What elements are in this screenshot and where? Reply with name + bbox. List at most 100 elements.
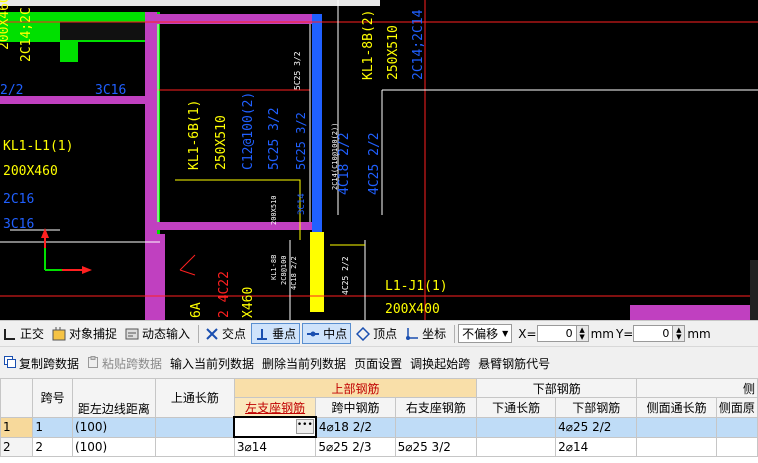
chevron-down-icon: ▼: [502, 329, 509, 338]
intersection-icon: [205, 327, 219, 341]
page-setup-label: 页面设置: [354, 356, 403, 371]
rebar-grid: 跨号 距左边线距离 上通长筋 上部钢筋 下部钢筋 侧 左支座钢筋 跨中钢筋 右支…: [0, 378, 758, 457]
snap-separator: [198, 324, 200, 343]
coordinate-label: 坐标: [422, 327, 447, 341]
cell-right-support[interactable]: [394, 416, 478, 438]
header-bottom-through[interactable]: 下通长筋: [476, 397, 557, 418]
x-input[interactable]: 0 ▲ ▼: [536, 325, 589, 342]
cell-left-support-editor[interactable]: •••: [233, 416, 317, 438]
midpoint-label: 中点: [323, 327, 348, 341]
cantilever-code-button[interactable]: 悬臂钢筋代号: [474, 355, 554, 372]
delete-column-button[interactable]: 删除当前列数据: [258, 355, 350, 372]
input-column-label: 输入当前列数据: [170, 356, 255, 371]
header-group-bottom-rebar[interactable]: 下部钢筋: [476, 378, 638, 398]
header-group-top-rebar[interactable]: 上部钢筋: [233, 378, 478, 398]
ellipsis-button[interactable]: •••: [295, 419, 314, 434]
table-row[interactable]: 2 2 (100) 3⌀14 5⌀25 2/3 5⌀25 3/2 2⌀14: [0, 436, 758, 457]
ortho-icon: [3, 327, 17, 341]
label-small-g: 4C25 2/2: [341, 256, 350, 295]
x-unit: mm: [590, 326, 614, 341]
y-value[interactable]: 0: [633, 325, 674, 342]
paste-span-button[interactable]: 粘贴跨数据: [83, 355, 166, 372]
label-beam-top-size: 200X460: [0, 0, 12, 50]
label-small-c: 3C14: [297, 193, 307, 215]
table-row[interactable]: 1 1 (100) ••• 4⌀18 2/2 4⌀25 2/2: [0, 416, 758, 438]
x-spinner[interactable]: ▲ ▼: [576, 325, 589, 342]
cantilever-code-label: 悬臂钢筋代号: [478, 356, 551, 371]
header-group-side[interactable]: 侧: [636, 378, 758, 398]
label-bottom-460: X460: [241, 287, 256, 318]
paste-span-label: 粘贴跨数据: [102, 356, 163, 371]
label-kl1-6b-size: 250X510: [214, 115, 229, 170]
cell-edge[interactable]: (100): [71, 436, 156, 457]
cell-top-through[interactable]: [154, 436, 235, 457]
cell-side-through[interactable]: [636, 436, 717, 457]
y-input[interactable]: 0 ▲ ▼: [633, 325, 686, 342]
header-left-support[interactable]: 左支座钢筋: [233, 397, 317, 418]
input-column-button[interactable]: 输入当前列数据: [166, 355, 258, 372]
coordinate-icon: [405, 327, 419, 341]
cad-drawing-canvas[interactable]: 200X460 2C14;2C 2/2 3C16 KL1-L1(1) 200X4…: [0, 0, 758, 320]
cell-left-support[interactable]: 3⌀14: [233, 436, 317, 457]
cell-bottom-through[interactable]: [476, 436, 557, 457]
midpoint-toggle[interactable]: 中点: [302, 323, 352, 344]
label-small-b: 200X510: [270, 195, 278, 225]
row-index[interactable]: 1: [0, 416, 34, 438]
label-kl1-6b-stirrup: C12@100(2): [241, 92, 256, 170]
label-kl1-8b-bar: 2C14;2C14: [411, 9, 426, 80]
label-bottom-4c22: 2 4C22: [217, 271, 232, 318]
vertex-toggle[interactable]: 顶点: [353, 323, 400, 344]
copy-span-button[interactable]: 复制跨数据: [0, 355, 83, 372]
cell-right-support[interactable]: 5⌀25 3/2: [394, 436, 478, 457]
copy-span-label: 复制跨数据: [19, 356, 80, 371]
offset-select[interactable]: 不偏移 ▼: [458, 324, 513, 343]
perpendicular-toggle[interactable]: 垂点: [251, 323, 301, 344]
cell-mid-span[interactable]: 5⌀25 2/3: [315, 436, 396, 457]
label-rebar-4c18: 4C18 2/2: [337, 132, 352, 195]
cell-bottom-through[interactable]: [476, 416, 557, 438]
header-side-through[interactable]: 侧面通长筋: [636, 397, 717, 418]
page-setup-button[interactable]: 页面设置: [350, 355, 406, 372]
cell-top-through[interactable]: [154, 416, 235, 438]
corner-header: [0, 378, 34, 418]
header-edge-dist-label: 距左边线距离: [77, 401, 150, 416]
y-label: Y=: [615, 326, 634, 341]
cell-span[interactable]: 2: [32, 436, 73, 457]
cell-side-face[interactable]: [715, 436, 758, 457]
coordinate-toggle[interactable]: 坐标: [402, 323, 449, 344]
header-right-support[interactable]: 右支座钢筋: [394, 397, 478, 418]
y-spinner[interactable]: ▲ ▼: [673, 325, 686, 342]
delete-column-label: 删除当前列数据: [262, 356, 347, 371]
label-kl1-l1-size: 200X460: [3, 164, 58, 179]
dynamic-input-icon: [125, 327, 139, 341]
header-mid-span[interactable]: 跨中钢筋: [315, 397, 396, 418]
cell-bottom-rebar[interactable]: 4⌀25 2/2: [555, 416, 638, 438]
header-edge-dist[interactable]: 距左边线距离: [71, 378, 156, 418]
header-bottom-rebar[interactable]: 下部钢筋: [555, 397, 638, 418]
dynamic-input-toggle[interactable]: 动态输入: [122, 323, 193, 344]
vertex-label: 顶点: [373, 327, 398, 341]
header-top-through[interactable]: 上通长筋: [154, 378, 235, 418]
cell-side-through[interactable]: [636, 416, 717, 438]
label-kl1-6b-top: 5C25 3/2: [267, 107, 282, 170]
cell-span[interactable]: 1: [32, 416, 73, 438]
cell-mid-span[interactable]: 4⌀18 2/2: [315, 416, 396, 438]
x-value[interactable]: 0: [536, 325, 577, 342]
label-bottom-6a: 6A: [189, 302, 204, 318]
row-index[interactable]: 2: [0, 436, 34, 457]
swap-start-button[interactable]: 调换起始跨: [406, 355, 474, 372]
label-kl1-l1-bar2: 3C16: [3, 217, 34, 232]
object-snap-toggle[interactable]: 对象捕捉: [49, 323, 120, 344]
label-l1-j1-size: 200X400: [385, 302, 440, 317]
ortho-toggle[interactable]: 正交: [0, 323, 47, 344]
cell-side-face[interactable]: [715, 416, 758, 438]
cad-drawing[interactable]: 200X460 2C14;2C 2/2 3C16 KL1-L1(1) 200X4…: [0, 0, 758, 320]
header-side-face[interactable]: 侧面原: [715, 397, 758, 418]
header-span-no[interactable]: 跨号: [32, 378, 73, 418]
intersection-toggle[interactable]: 交点: [202, 323, 249, 344]
label-3c16-top: 3C16: [95, 83, 126, 98]
cell-bottom-rebar[interactable]: 2⌀14: [555, 436, 638, 457]
top-toolbar-remnant: [0, 0, 380, 6]
cell-edge[interactable]: (100): [71, 416, 156, 438]
perpendicular-label: 垂点: [272, 327, 297, 341]
